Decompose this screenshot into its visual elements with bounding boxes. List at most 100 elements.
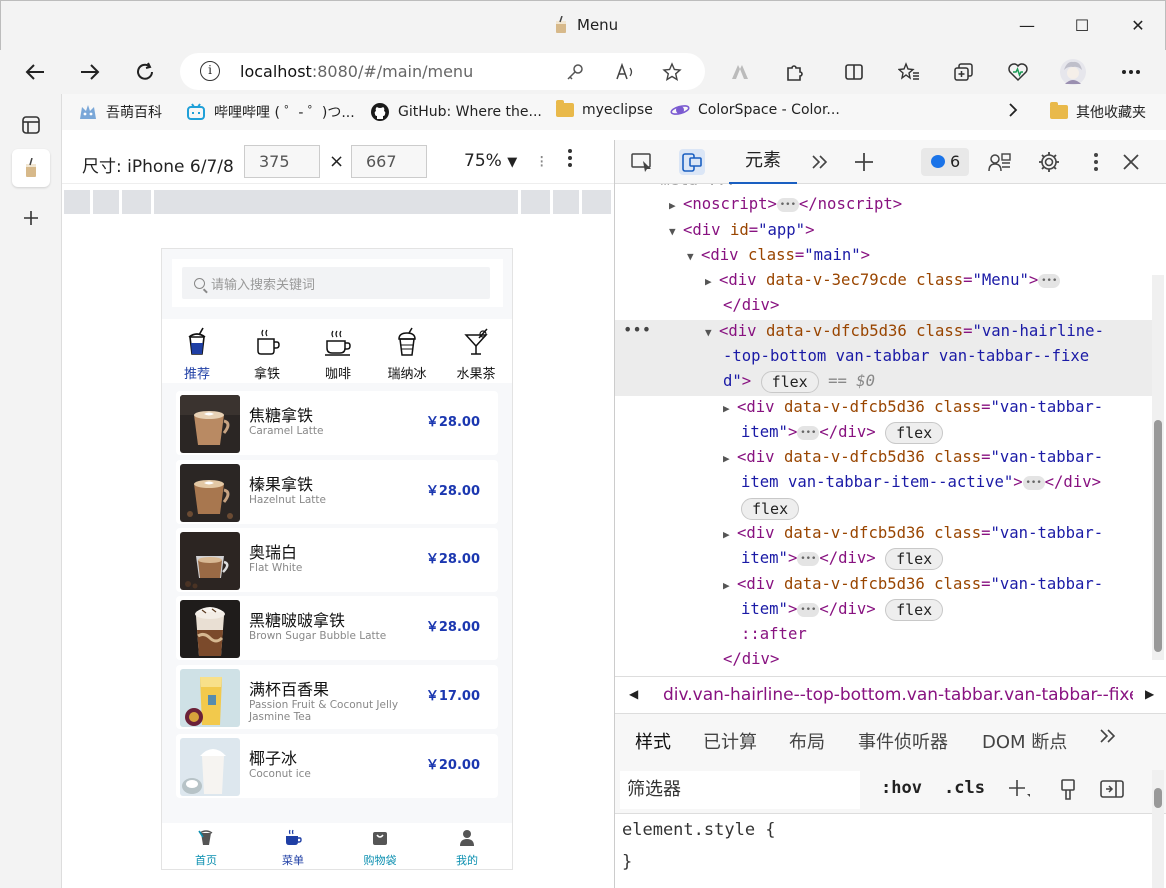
favorites-overflow-chevron-icon[interactable] <box>1008 102 1018 118</box>
favorite-star-icon[interactable] <box>660 60 684 84</box>
product-card[interactable]: 焦糖拿铁 Caramel Latte ￥28.00 <box>176 391 498 455</box>
product-card[interactable]: 黑糖啵啵拿铁 Brown Sugar Bubble Latte ￥28.00 <box>176 596 498 660</box>
device-toolbar-icon[interactable] <box>679 149 705 175</box>
breadcrumb-left-icon[interactable]: ◀ <box>629 687 638 701</box>
key-icon[interactable] <box>563 60 587 84</box>
connections-icon[interactable] <box>987 149 1013 175</box>
new-style-rule-icon[interactable] <box>1007 778 1031 805</box>
tab-menu[interactable]: 菜单 <box>263 829 323 868</box>
product-card[interactable]: 榛果拿铁 Hazelnut Latte ￥28.00 <box>176 460 498 524</box>
hov-toggle[interactable]: :hov <box>881 778 922 798</box>
category-coffee[interactable]: 咖啡 <box>308 327 368 382</box>
tab-event-listeners[interactable]: 事件侦听器 <box>858 728 948 754</box>
split-screen-icon[interactable] <box>840 58 868 86</box>
close-devtools-icon[interactable] <box>1118 149 1144 175</box>
dom-node[interactable]: ▶ <div data-v-dfcb5d36 class="van-tabbar- <box>723 521 1103 547</box>
minimize-button[interactable]: — <box>1017 15 1037 35</box>
vertical-tab-menu[interactable] <box>12 149 50 187</box>
category-frappe[interactable]: 瑞纳冰 <box>377 327 437 382</box>
category-fruit-tea[interactable]: 水果茶 <box>446 327 506 382</box>
tab-dom-breakpoints[interactable]: DOM 断点 <box>982 728 1067 754</box>
favorite-folder[interactable]: 其他收藏夹 <box>1050 102 1146 122</box>
maximize-button[interactable]: ☐ <box>1072 15 1092 35</box>
throttle-icon[interactable]: ⁝ <box>539 152 544 172</box>
close-button[interactable]: ✕ <box>1128 15 1148 35</box>
dom-node[interactable]: ▶ <div data-v-dfcb5d36 class="van-tabbar- <box>723 572 1103 598</box>
url-text[interactable]: localhost:8080/#/main/menu <box>240 62 473 81</box>
cls-toggle[interactable]: .cls <box>944 778 985 798</box>
tab-bag[interactable]: 购物袋 <box>350 829 410 868</box>
breadcrumb-right-icon[interactable]: ▶ <box>1145 687 1154 701</box>
breadcrumb-item[interactable]: div.van-hairline--top-bottom.van-tabbar.… <box>663 685 1133 705</box>
media-query-ruler[interactable] <box>62 188 614 214</box>
dom-node[interactable]: ▶ <div data-v-dfcb5d36 class="van-tabbar- <box>723 395 1103 421</box>
times-sign: × <box>329 151 345 172</box>
styles-filter-input[interactable]: 筛选器 <box>620 771 860 809</box>
window-title: Menu <box>553 16 618 34</box>
read-aloud-icon[interactable] <box>613 60 637 84</box>
collections-icon[interactable] <box>950 58 978 86</box>
dom-node[interactable]: ▶ <div data-v-dfcb5d36 class="van-tabbar- <box>723 445 1103 471</box>
forward-icon[interactable] <box>76 58 104 86</box>
more-tabs-chevron-icon[interactable] <box>807 149 833 175</box>
paint-brush-icon[interactable] <box>1058 778 1078 807</box>
styles-filter-row: 筛选器 :hov .cls <box>615 766 1166 814</box>
category-latte[interactable]: 拿铁 <box>237 327 297 382</box>
inspect-element-icon[interactable] <box>629 149 655 175</box>
dom-node-selected[interactable]: ▼ <div data-v-dfcb5d36 class="van-hairlin… <box>705 319 1104 345</box>
element-style-rule[interactable]: element.style { <box>622 820 776 840</box>
dom-scrollbar[interactable] <box>1152 275 1164 660</box>
scroll-thumb[interactable] <box>1154 420 1162 652</box>
browser-essentials-icon[interactable] <box>1004 58 1032 86</box>
node-actions-icon[interactable]: ••• <box>623 318 651 343</box>
toggle-sidebar-icon[interactable] <box>1099 778 1125 805</box>
dom-pseudo-after[interactable]: ::after <box>741 622 807 647</box>
dom-node[interactable]: </div> <box>723 293 779 318</box>
favorite-folder[interactable]: myeclipse <box>556 100 653 118</box>
scroll-thumb[interactable] <box>1154 788 1162 808</box>
profile-avatar[interactable] <box>1059 58 1087 86</box>
tab-styles[interactable]: 样式 <box>635 728 671 768</box>
favorite-item[interactable]: 吾萌百科 <box>78 102 162 122</box>
back-icon[interactable] <box>21 58 49 86</box>
extensions-puzzle-icon[interactable] <box>780 58 808 86</box>
dom-node[interactable]: </div> <box>723 647 779 672</box>
settings-more-icon[interactable] <box>1117 58 1145 86</box>
device-width-input[interactable]: 375 <box>244 145 320 178</box>
favorite-item[interactable]: ColorSpace - Color... <box>670 102 840 118</box>
add-tab-icon[interactable] <box>851 149 877 175</box>
product-name: 榛果拿铁 <box>249 475 314 494</box>
search-input[interactable]: 请输入搜索关键词 <box>182 267 490 299</box>
more-panels-chevron-icon[interactable] <box>1099 728 1117 749</box>
product-image <box>180 600 240 658</box>
favorite-item[interactable]: GitHub: Where the... <box>370 102 542 122</box>
favorites-list-icon[interactable] <box>895 58 923 86</box>
product-card[interactable]: 奥瑞白 Flat White ￥28.00 <box>176 528 498 592</box>
tab-home[interactable]: 首页 <box>176 829 236 868</box>
dom-node[interactable]: ▼ <div class="main"> <box>687 243 870 269</box>
new-tab-icon[interactable] <box>12 199 50 237</box>
product-card[interactable]: 满杯百香果 Passion Fruit & Coconut Jelly Jasm… <box>176 665 498 729</box>
tab-actions-icon[interactable] <box>12 106 50 144</box>
dom-node[interactable]: ▼ <div id="app"> <box>669 218 814 244</box>
tab-computed[interactable]: 已计算 <box>703 728 757 754</box>
device-height-input[interactable]: 667 <box>351 145 427 178</box>
site-info-icon[interactable]: i <box>200 61 220 81</box>
zoom-select[interactable]: 75% ▼ <box>464 151 517 171</box>
tab-layout[interactable]: 布局 <box>789 728 825 754</box>
devtools-more-icon[interactable] <box>1083 149 1109 175</box>
category-recommend[interactable]: 推荐 <box>167 327 227 382</box>
favorite-item[interactable]: 哔哩哔哩 ( ゜- ゜)つ... <box>186 102 355 122</box>
product-card[interactable]: 椰子冰 Coconut ice ￥20.00 <box>176 734 498 798</box>
settings-gear-icon[interactable] <box>1036 149 1062 175</box>
extension-a-icon[interactable] <box>726 58 754 86</box>
issues-badge[interactable]: 6 <box>921 148 969 176</box>
device-select[interactable]: 尺寸: iPhone 6/7/8 <box>82 152 234 177</box>
dom-node[interactable]: ▶ <noscript> ••• </noscript> <box>669 192 902 218</box>
device-more-icon[interactable] <box>567 148 573 173</box>
dom-node[interactable]: ▶ <div data-v-3ec79cde class="Menu"> ••• <box>705 268 1061 294</box>
tab-elements[interactable]: 元素 <box>729 140 797 184</box>
tab-mine[interactable]: 我的 <box>437 829 497 868</box>
refresh-icon[interactable] <box>131 58 159 86</box>
address-bar[interactable]: i localhost:8080/#/main/menu <box>180 53 705 90</box>
